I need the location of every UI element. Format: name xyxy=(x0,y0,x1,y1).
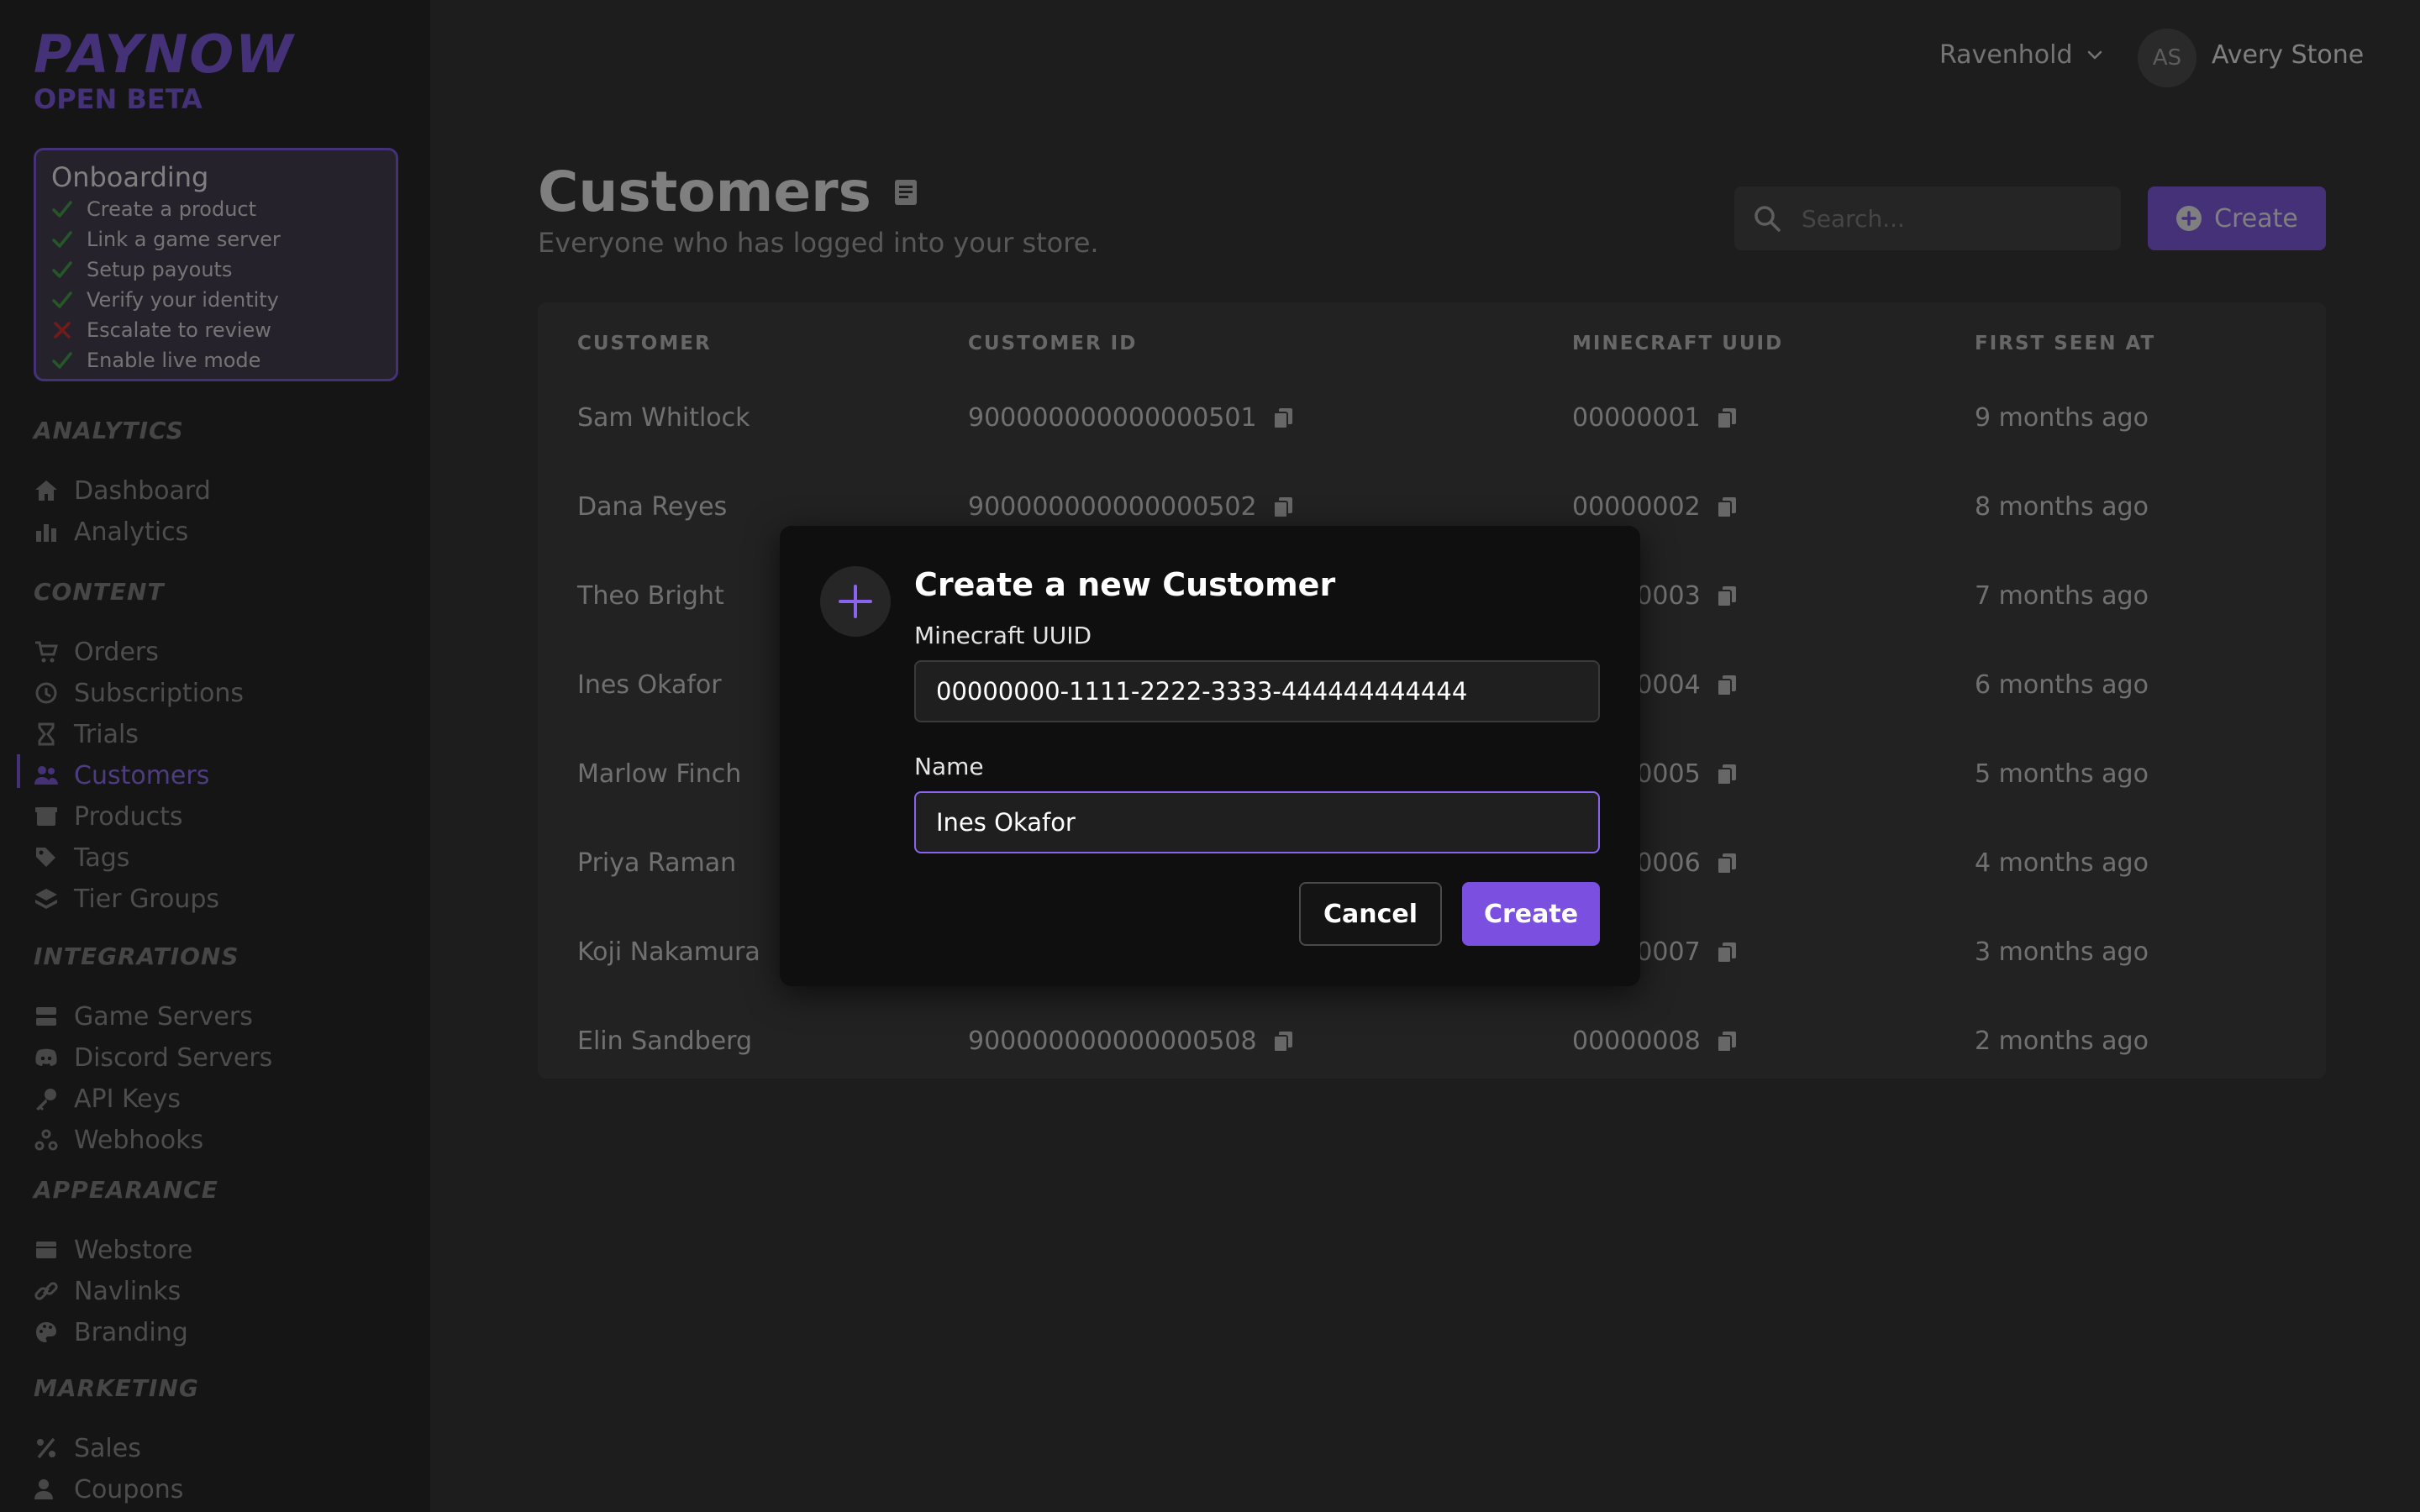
uuid-field[interactable] xyxy=(914,660,1600,722)
create-button[interactable]: Create xyxy=(1462,882,1600,946)
plus-icon xyxy=(839,585,872,618)
create-customer-modal: Create a new Customer Minecraft UUID Nam… xyxy=(780,526,1640,986)
modal-title: Create a new Customer xyxy=(914,566,1336,603)
cancel-button[interactable]: Cancel xyxy=(1299,882,1442,946)
modal-icon xyxy=(820,566,891,637)
uuid-label: Minecraft UUID xyxy=(914,622,1092,649)
name-label: Name xyxy=(914,753,984,780)
name-field[interactable] xyxy=(914,791,1600,853)
